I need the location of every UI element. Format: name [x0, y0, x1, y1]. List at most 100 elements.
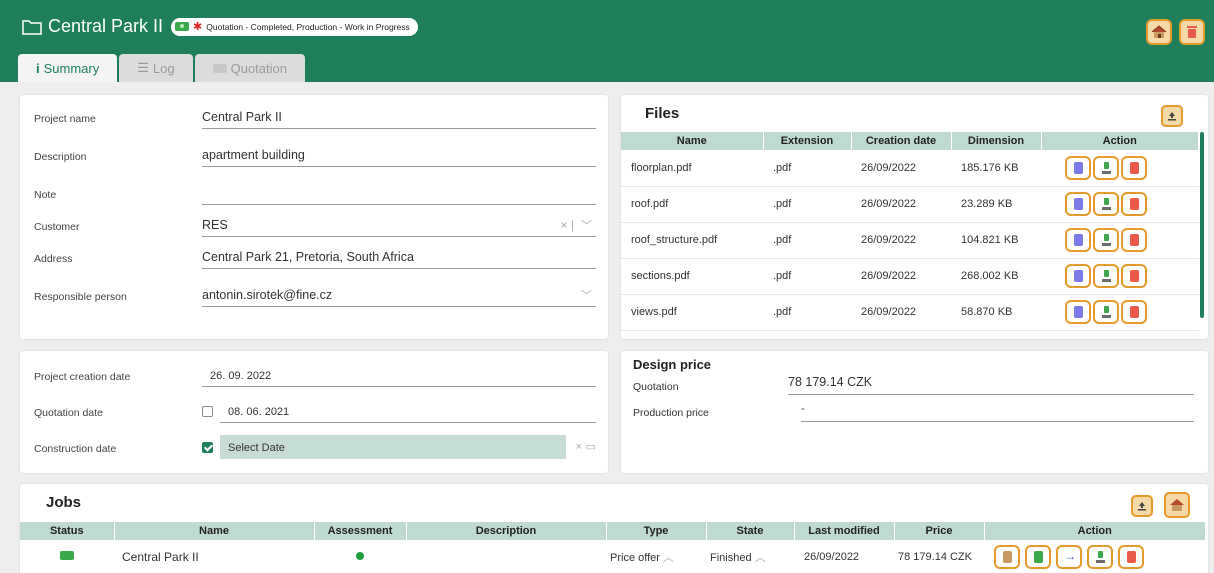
col-name[interactable]: Name	[114, 522, 315, 540]
download-icon	[1102, 161, 1111, 174]
col-name[interactable]: Name	[621, 132, 764, 150]
upload-file-button[interactable]	[1161, 105, 1183, 127]
document-icon	[1074, 234, 1083, 246]
creation-date-field[interactable]: 26. 09. 2022	[202, 363, 596, 387]
description-field[interactable]: apartment building	[202, 143, 596, 167]
download-file-button[interactable]	[1093, 192, 1119, 216]
construction-date-picker[interactable]: Select Date	[220, 435, 566, 459]
col-price[interactable]: Price	[894, 522, 985, 540]
calendar-icon[interactable]: ▭	[586, 440, 596, 453]
file-name: floorplan.pdf	[631, 161, 692, 174]
description-cell[interactable]	[406, 540, 606, 573]
jobs-table: Status Name Assessment Description Type …	[20, 522, 1206, 573]
file-extension: .pdf	[773, 161, 792, 174]
col-type[interactable]: Type	[606, 522, 707, 540]
col-state[interactable]: State	[706, 522, 795, 540]
clear-icon[interactable]: ×	[576, 441, 582, 453]
upload-job-button[interactable]	[1131, 495, 1153, 517]
col-dimension[interactable]: Dimension	[951, 132, 1042, 150]
delete-file-button[interactable]	[1121, 192, 1147, 216]
download-job-button[interactable]	[1087, 545, 1114, 569]
responsible-row: Responsible person antonin.sirotek@fine.…	[34, 283, 596, 311]
col-description[interactable]: Description	[406, 522, 607, 540]
view-file-button[interactable]	[1065, 228, 1091, 252]
construction-date-checkbox[interactable]	[202, 442, 213, 453]
files-scrollbar[interactable]	[1200, 132, 1204, 318]
col-status[interactable]: Status	[20, 522, 115, 540]
info-icon: i	[36, 60, 40, 76]
delete-file-button[interactable]	[1121, 264, 1147, 288]
delete-file-button[interactable]	[1121, 300, 1147, 324]
quotation-price-label: Quotation	[633, 381, 679, 393]
view-file-button[interactable]	[1065, 300, 1091, 324]
move-job-button[interactable]: →	[1056, 545, 1083, 569]
delete-file-button[interactable]	[1121, 155, 1147, 180]
file-ext-cell: .pdf	[763, 222, 851, 259]
file-name-cell: sections.pdf	[621, 258, 763, 295]
quotation-date-field[interactable]: 08. 06. 2021	[220, 399, 596, 423]
file-name-cell: roof_structure.pdf	[621, 222, 763, 259]
chevron-down-icon[interactable]: ﹀	[581, 287, 592, 303]
delete-job-button[interactable]	[1118, 545, 1145, 569]
tab-label: Log	[152, 60, 175, 76]
copy-job-button[interactable]	[1025, 545, 1052, 569]
customer-select[interactable]: RES × | ﹀	[202, 213, 596, 237]
quotation-date-checkbox[interactable]	[202, 406, 213, 417]
file-size: 185.176 KB	[961, 161, 1019, 174]
delete-file-button[interactable]	[1121, 228, 1147, 252]
delete-project-button[interactable]	[1179, 19, 1205, 45]
view-file-button[interactable]	[1065, 155, 1091, 180]
type-cell[interactable]: Price offer ︿	[606, 540, 706, 573]
note-field[interactable]	[202, 181, 596, 205]
table-row[interactable]: roof.pdf .pdf 26/09/2022 23.289 KB	[621, 186, 1199, 223]
col-assessment[interactable]: Assessment	[314, 522, 407, 540]
tab-summary[interactable]: i Summary	[18, 54, 118, 82]
table-row[interactable]: Central Park II Price offer ︿ Finished ︿…	[20, 540, 1206, 573]
tab-log[interactable]: ☰ Log	[119, 54, 193, 82]
col-extension[interactable]: Extension	[763, 132, 852, 150]
table-row[interactable]: roof_structure.pdf .pdf 26/09/2022 104.821 …	[621, 222, 1199, 259]
table-row[interactable]: sections.pdf .pdf 26/09/2022 268.002 KB	[621, 258, 1199, 295]
chevron-up-icon: ︿	[754, 552, 766, 564]
col-creation-date[interactable]: Creation date	[851, 132, 952, 150]
description-row: Description apartment building	[34, 143, 596, 171]
state-cell[interactable]: Finished ︿	[706, 540, 794, 573]
table-row[interactable]: floorplan.pdf .pdf 26/09/2022 185.176 KB	[621, 150, 1199, 187]
tab-label: Quotation	[230, 60, 287, 76]
file-extension: .pdf	[773, 234, 792, 246]
tab-quotation[interactable]: Quotation	[194, 54, 305, 82]
house-icon	[1170, 499, 1184, 511]
clear-icon[interactable]: × |	[561, 218, 574, 232]
money-icon	[212, 63, 227, 73]
project-name-field[interactable]: Central Park II	[202, 105, 596, 129]
file-action-cell	[1041, 222, 1199, 259]
col-last-modified[interactable]: Last modified	[794, 522, 895, 540]
download-file-button[interactable]	[1093, 264, 1119, 288]
design-price-title: Design price	[633, 357, 712, 372]
responsible-select[interactable]: antonin.sirotek@fine.cz ﹀	[202, 283, 596, 307]
open-job-button[interactable]	[994, 545, 1020, 569]
job-price: 78 179.14 CZK	[898, 551, 972, 563]
chevron-down-icon[interactable]: ﹀	[581, 217, 592, 233]
address-field[interactable]: Central Park 21, Pretoria, South Africa	[202, 245, 596, 269]
jobs-header-row: Status Name Assessment Description Type …	[20, 522, 1206, 540]
view-file-button[interactable]	[1065, 192, 1091, 216]
production-price-value: -	[801, 403, 1194, 422]
table-row[interactable]: views.pdf .pdf 26/09/2022 58.870 KB	[621, 294, 1199, 331]
download-file-button[interactable]	[1093, 300, 1119, 324]
file-date-cell: 26/09/2022	[851, 294, 951, 331]
file-date: 26/09/2022	[861, 198, 917, 210]
house-action-button[interactable]	[1146, 19, 1172, 45]
assessment-dot-icon	[356, 552, 364, 560]
trash-icon	[1130, 306, 1139, 318]
trash-icon	[1187, 26, 1197, 38]
description-label: Description	[34, 151, 87, 163]
tab-label: Summary	[43, 60, 100, 76]
view-file-button[interactable]	[1065, 264, 1091, 288]
job-name-cell[interactable]: Central Park II	[114, 540, 314, 573]
download-file-button[interactable]	[1093, 228, 1119, 252]
files-card: Files Name Extension Creation date Dimen…	[621, 95, 1208, 339]
file-date-cell: 26/09/2022	[851, 150, 951, 187]
download-file-button[interactable]	[1093, 155, 1119, 180]
add-job-house-button[interactable]	[1164, 492, 1190, 518]
